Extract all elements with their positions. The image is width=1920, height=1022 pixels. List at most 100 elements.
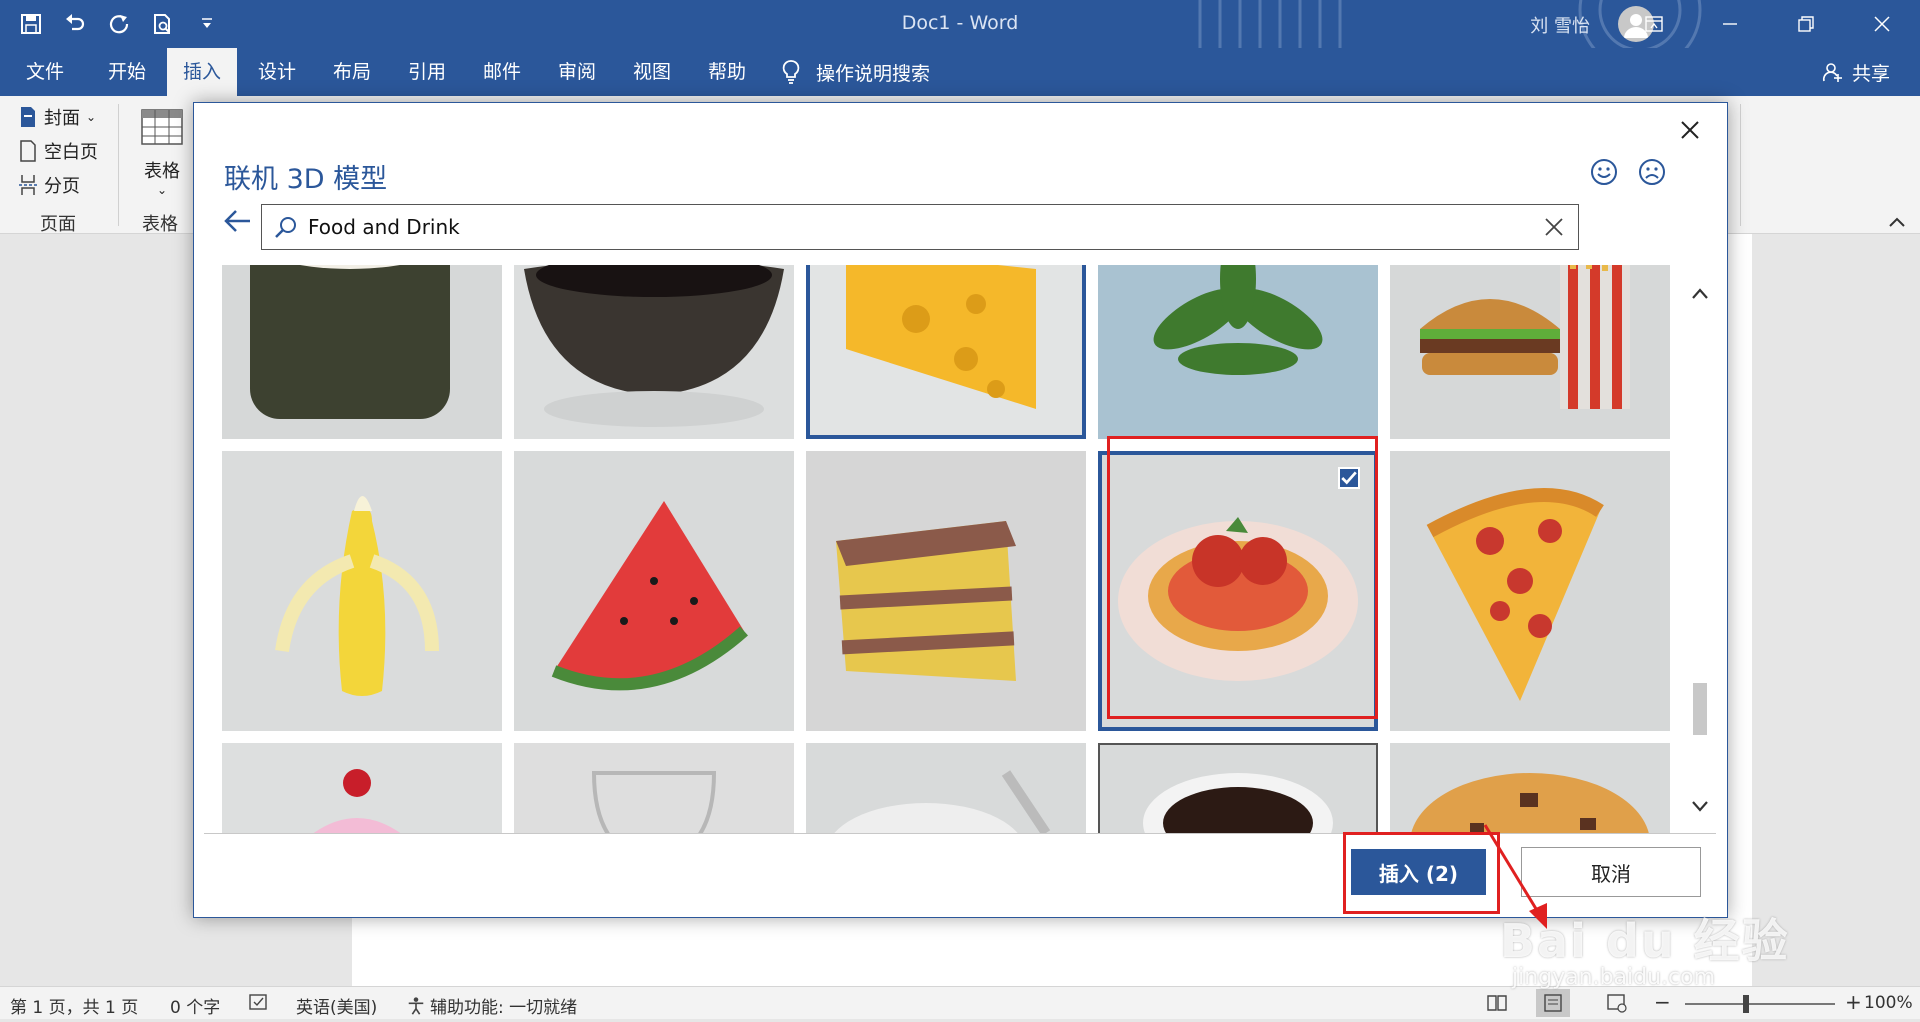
language[interactable]: 英语(美国)	[296, 993, 377, 1018]
banana-icon	[222, 451, 502, 731]
model-tile-plant[interactable]	[1098, 265, 1378, 439]
zoom-in-button[interactable]: +	[1845, 990, 1862, 1014]
scrollbar-thumb[interactable]	[1693, 683, 1707, 735]
coffee-cup-icon	[1098, 743, 1378, 833]
print-layout-icon[interactable]	[1536, 989, 1570, 1017]
table-button-label: 表格	[144, 161, 180, 182]
tab-home[interactable]: 开始	[92, 48, 162, 96]
cookie-icon	[1390, 743, 1670, 833]
minimize-button[interactable]	[1692, 0, 1768, 48]
dialog-close-button[interactable]	[1675, 115, 1705, 145]
model-tile-banana[interactable]	[222, 451, 502, 731]
tell-me-label: 操作说明搜索	[816, 62, 931, 85]
chevron-down-icon: ⌄	[156, 183, 168, 197]
zoom-slider[interactable]	[1685, 1003, 1835, 1005]
table-icon	[141, 109, 183, 145]
restore-button[interactable]	[1768, 0, 1844, 48]
model-tile-soy-sauce-bowl[interactable]	[514, 265, 794, 439]
baidu-watermark-url: jingyan.baidu.com	[1512, 965, 1716, 990]
status-bar: 第 1 页，共 1 页 0 个字 英语(美国) 辅助功能: 一切就绪 − + 1…	[0, 986, 1920, 1019]
model-tile-cheese[interactable]	[806, 265, 1086, 439]
scroll-up-icon[interactable]	[1689, 283, 1711, 305]
blank-page-button[interactable]: 空白页	[18, 138, 98, 164]
highlight-box-spaghetti	[1107, 436, 1378, 719]
model-tile-pizza[interactable]	[1390, 451, 1670, 731]
tell-me-search[interactable]: 操作说明搜索	[780, 48, 930, 96]
blank-page-icon	[20, 140, 36, 162]
tab-review[interactable]: 审阅	[542, 48, 612, 96]
search-input[interactable]	[298, 215, 1530, 239]
accessibility-status[interactable]: 辅助功能: 一切就绪	[406, 993, 577, 1018]
web-layout-icon[interactable]	[1606, 993, 1628, 1018]
model-tile-coffee-cup[interactable]	[1098, 743, 1378, 833]
page-count[interactable]: 第 1 页，共 1 页	[10, 993, 138, 1018]
tab-mailings[interactable]: 邮件	[467, 48, 537, 96]
dialog-title: 联机 3D 模型	[224, 164, 388, 195]
group-separator	[118, 104, 119, 226]
model-tile-layer-cake[interactable]	[806, 451, 1086, 731]
restore-icon	[1798, 16, 1814, 32]
ribbon-display-button[interactable]	[1616, 0, 1692, 48]
word-count[interactable]: 0 个字	[170, 993, 220, 1018]
bowl-icon	[514, 265, 794, 439]
tab-help[interactable]: 帮助	[692, 48, 762, 96]
wine-glass-icon	[514, 743, 794, 833]
cover-page-icon	[21, 107, 35, 127]
scroll-down-icon[interactable]	[1689, 795, 1711, 817]
cake-icon	[806, 451, 1086, 731]
burger-icon	[1390, 265, 1670, 439]
model-tile-cookie[interactable]	[1390, 743, 1670, 833]
collapse-ribbon-icon[interactable]	[1886, 214, 1908, 230]
tab-references[interactable]: 引用	[392, 48, 462, 96]
proofing-icon[interactable]	[248, 993, 270, 1018]
user-name[interactable]: 刘 雪怡	[1530, 12, 1590, 38]
lightbulb-icon	[782, 60, 800, 84]
blank-page-label: 空白页	[44, 142, 98, 163]
share-button[interactable]: 共享	[1822, 48, 1890, 96]
model-gallery	[222, 265, 1684, 833]
back-arrow-icon[interactable]	[222, 205, 254, 237]
page-break-button[interactable]: 分页	[18, 172, 80, 198]
smile-feedback-icon[interactable]	[1589, 157, 1619, 187]
zoom-level[interactable]: 100%	[1864, 993, 1913, 1013]
baidu-watermark-logo: Bai du 经验	[1500, 914, 1790, 968]
accessibility-label: 辅助功能: 一切就绪	[430, 998, 578, 1018]
model-tile-wine-glass[interactable]	[514, 743, 794, 833]
gallery-scrollbar[interactable]	[1689, 265, 1711, 833]
model-tile-burger-fries[interactable]	[1390, 265, 1670, 439]
watermelon-icon	[514, 451, 794, 731]
cover-page-label: 封面	[44, 108, 80, 129]
tab-design[interactable]: 设计	[242, 48, 312, 96]
plant-icon	[1098, 265, 1378, 439]
title-bar: Doc1 - Word 刘 雪怡	[0, 0, 1920, 48]
page-break-icon	[19, 175, 37, 195]
zoom-out-button[interactable]: −	[1654, 990, 1671, 1014]
model-tile-cupcake[interactable]	[222, 743, 502, 833]
read-mode-icon[interactable]	[1486, 993, 1508, 1018]
minimize-icon	[1723, 23, 1737, 25]
model-tile-watermelon[interactable]	[514, 451, 794, 731]
tab-insert[interactable]: 插入	[167, 48, 238, 96]
search-box[interactable]	[261, 204, 1579, 250]
zoom-slider-thumb[interactable]	[1743, 995, 1749, 1013]
tab-layout[interactable]: 布局	[317, 48, 387, 96]
close-button[interactable]	[1844, 0, 1920, 48]
cover-page-button[interactable]: 封面 ⌄	[18, 104, 96, 130]
sushi-icon	[222, 265, 502, 439]
model-tile-plate-knife[interactable]	[806, 743, 1086, 833]
tab-file[interactable]: 文件	[10, 48, 80, 96]
frown-feedback-icon[interactable]	[1637, 157, 1667, 187]
page-break-label: 分页	[44, 176, 80, 197]
tab-view[interactable]: 视图	[617, 48, 687, 96]
chevron-down-icon: ⌄	[86, 110, 97, 124]
close-icon	[1874, 16, 1890, 32]
table-button[interactable]: 表格 ⌄	[140, 108, 184, 198]
model-tile-sushi[interactable]	[222, 265, 502, 439]
group-separator	[1740, 104, 1741, 226]
ribbon-tabs: 文件 开始 插入 设计 布局 引用 邮件 审阅 视图 帮助 操作说明搜索 共享	[0, 48, 1920, 96]
pizza-icon	[1390, 451, 1670, 731]
accessibility-icon	[408, 996, 424, 1015]
table-group-label: 表格	[142, 214, 178, 235]
cheese-icon	[806, 265, 1086, 439]
clear-search-button[interactable]	[1530, 205, 1578, 249]
